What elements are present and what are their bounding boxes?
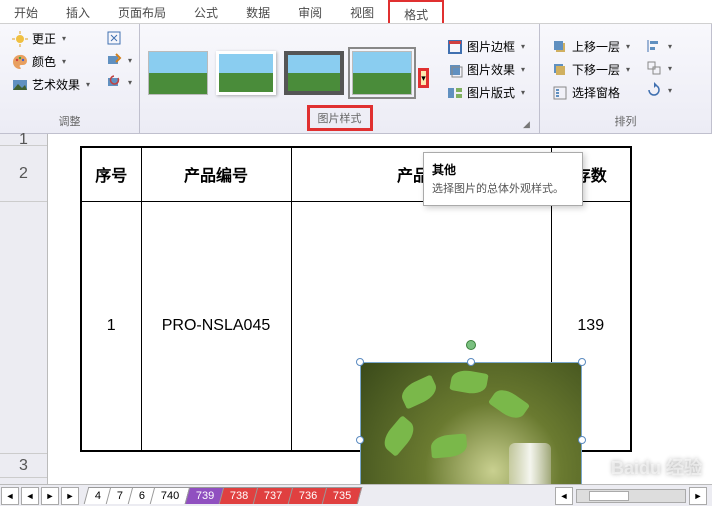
bring-forward-icon: [552, 39, 568, 55]
pic-border-label: 图片边框: [467, 38, 515, 55]
style-thumb-3[interactable]: [284, 51, 344, 95]
style-thumb-1[interactable]: [148, 51, 208, 95]
row-header-1[interactable]: 1: [0, 134, 47, 146]
arrange-group-label: 排列: [548, 111, 703, 131]
pic-border-button[interactable]: 图片边框 ▾: [443, 36, 531, 57]
tab-format[interactable]: 格式: [388, 0, 444, 23]
chevron-down-icon: ▾: [519, 89, 527, 97]
pic-effect-button[interactable]: 图片效果 ▾: [443, 59, 531, 80]
group-button[interactable]: ▾: [642, 58, 678, 78]
chevron-down-icon: ▾: [666, 86, 674, 94]
styles-group-label: 图片样式: [307, 105, 373, 131]
pic-layout-label: 图片版式: [467, 84, 515, 101]
selection-pane-label: 选择窗格: [572, 84, 620, 101]
resize-handle-mr[interactable]: [578, 436, 586, 444]
align-icon: [646, 38, 662, 54]
change-button[interactable]: ▾: [102, 50, 138, 70]
adjust-group-label: 调整: [8, 111, 131, 131]
send-backward-label: 下移一层: [572, 61, 620, 78]
artistic-label: 艺术效果: [32, 76, 80, 93]
chevron-down-icon: ▾: [60, 35, 68, 43]
chevron-down-icon: ▾: [84, 81, 92, 89]
tooltip-title: 其他: [432, 161, 574, 178]
row-header-4[interactable]: 3: [0, 454, 47, 478]
more-styles-button[interactable]: ▾: [418, 68, 429, 88]
chevron-down-icon: ▾: [519, 66, 527, 74]
send-backward-icon: [552, 62, 568, 78]
resize-handle-ml[interactable]: [356, 436, 364, 444]
tab-formula[interactable]: 公式: [180, 0, 232, 23]
row-header-3[interactable]: [0, 202, 47, 454]
tab-layout[interactable]: 页面布局: [104, 0, 180, 23]
corrections-button[interactable]: 更正 ▾: [8, 28, 96, 49]
color-button[interactable]: 颜色 ▾: [8, 51, 96, 72]
rotate-button[interactable]: ▾: [642, 80, 678, 100]
bring-forward-button[interactable]: 上移一层 ▾: [548, 36, 636, 57]
compress-button[interactable]: [102, 28, 138, 48]
row-headers: 1 2 3: [0, 134, 48, 484]
bring-forward-label: 上移一层: [572, 38, 620, 55]
selection-pane-icon: [552, 85, 568, 101]
border-icon: [447, 39, 463, 55]
th-code: 产品编号: [141, 147, 291, 201]
style-thumb-2[interactable]: [216, 51, 276, 95]
pic-layout-button[interactable]: 图片版式 ▾: [443, 82, 531, 103]
rotate-icon: [646, 82, 662, 98]
dialog-launcher-icon[interactable]: ◢: [523, 119, 535, 131]
nav-next[interactable]: ►: [41, 487, 59, 505]
reset-icon: [106, 74, 122, 90]
change-icon: [106, 52, 122, 68]
chevron-down-icon: ▾: [519, 43, 527, 51]
tab-home[interactable]: 开始: [0, 0, 52, 23]
corrections-label: 更正: [32, 30, 56, 47]
nav-first[interactable]: ◄: [1, 487, 19, 505]
align-button[interactable]: ▾: [642, 36, 678, 56]
reset-button[interactable]: ▾: [102, 72, 138, 92]
cell-serial[interactable]: 1: [81, 201, 141, 451]
tab-data[interactable]: 数据: [232, 0, 284, 23]
resize-handle-tr[interactable]: [578, 358, 586, 366]
artistic-button[interactable]: 艺术效果 ▾: [8, 74, 96, 95]
tab-view[interactable]: 视图: [336, 0, 388, 23]
chevron-down-icon: ▾: [126, 56, 134, 64]
resize-handle-tl[interactable]: [356, 358, 364, 366]
th-serial: 序号: [81, 147, 141, 201]
artistic-icon: [12, 77, 28, 93]
layout-icon: [447, 85, 463, 101]
scroll-thumb[interactable]: [589, 491, 629, 501]
send-backward-button[interactable]: 下移一层 ▾: [548, 59, 636, 80]
scroll-right[interactable]: ►: [689, 487, 707, 505]
nav-prev[interactable]: ◄: [21, 487, 39, 505]
rotate-handle[interactable]: [466, 340, 476, 350]
sheet-tab[interactable]: 735: [322, 487, 363, 504]
sun-icon: [12, 31, 28, 47]
tab-insert[interactable]: 插入: [52, 0, 104, 23]
compress-icon: [106, 30, 122, 46]
h-scrollbar[interactable]: [576, 489, 686, 503]
tab-review[interactable]: 审阅: [284, 0, 336, 23]
scroll-left[interactable]: ◄: [555, 487, 573, 505]
selection-pane-button[interactable]: 选择窗格: [548, 82, 636, 103]
chevron-down-icon: ▾: [126, 78, 134, 86]
style-thumb-4[interactable]: [352, 51, 412, 95]
chevron-down-icon: ▾: [60, 58, 68, 66]
group-icon: [646, 60, 662, 76]
palette-icon: [12, 54, 28, 70]
tooltip-desc: 选择图片的总体外观样式。: [432, 182, 574, 197]
chevron-down-icon: ▾: [624, 66, 632, 74]
nav-last[interactable]: ►: [61, 487, 79, 505]
pic-effect-label: 图片效果: [467, 61, 515, 78]
product-image: [360, 362, 582, 484]
selected-image[interactable]: [360, 362, 582, 484]
resize-handle-tm[interactable]: [467, 358, 475, 366]
color-label: 颜色: [32, 53, 56, 70]
chevron-down-icon: ▾: [624, 43, 632, 51]
cell-code[interactable]: PRO-NSLA045: [141, 201, 291, 451]
chevron-down-icon: ▾: [666, 42, 674, 50]
effect-icon: [447, 62, 463, 78]
row-header-2[interactable]: 2: [0, 146, 47, 202]
tooltip: 其他 选择图片的总体外观样式。: [423, 152, 583, 206]
chevron-down-icon: ▾: [666, 64, 674, 72]
